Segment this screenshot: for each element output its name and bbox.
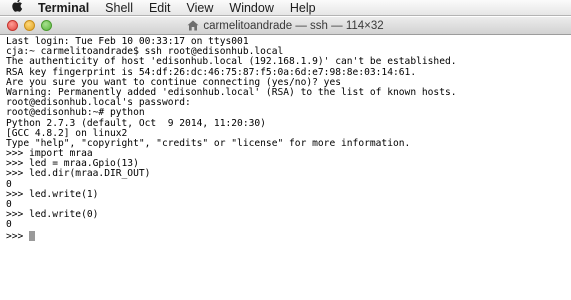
terminal-line: 0 — [6, 219, 12, 231]
menu-bar: Terminal Shell Edit View Window Help — [0, 0, 571, 16]
terminal-prompt-line[interactable]: >>> — [6, 230, 565, 242]
text-cursor — [29, 230, 36, 241]
terminal-line: root@edisonhub:~# python — [6, 107, 145, 119]
menu-window[interactable]: Window — [221, 0, 281, 16]
menu-help[interactable]: Help — [282, 0, 324, 16]
menu-terminal[interactable]: Terminal — [30, 0, 97, 16]
menu-view[interactable]: View — [179, 0, 222, 16]
window-title: carmelitoandrade — ssh — 114×32 — [203, 19, 384, 32]
apple-menu[interactable] — [0, 0, 30, 17]
window-title-container: carmelitoandrade — ssh — 114×32 — [0, 17, 571, 34]
terminal-line: >>> led.dir(mraa.DIR_OUT) — [6, 168, 151, 180]
terminal-line: >>> led.write(0) — [6, 209, 99, 221]
menu-edit[interactable]: Edit — [141, 0, 179, 16]
terminal-output[interactable]: Last login: Tue Feb 10 00:33:17 on ttys0… — [0, 36, 571, 300]
window-title-bar[interactable]: carmelitoandrade — ssh — 114×32 — [0, 17, 571, 35]
python-prompt: >>> — [6, 230, 30, 242]
home-folder-icon — [187, 20, 199, 31]
menu-shell[interactable]: Shell — [97, 0, 141, 16]
terminal-line: >>> led.write(1) — [6, 188, 99, 200]
apple-logo-icon — [11, 0, 22, 12]
